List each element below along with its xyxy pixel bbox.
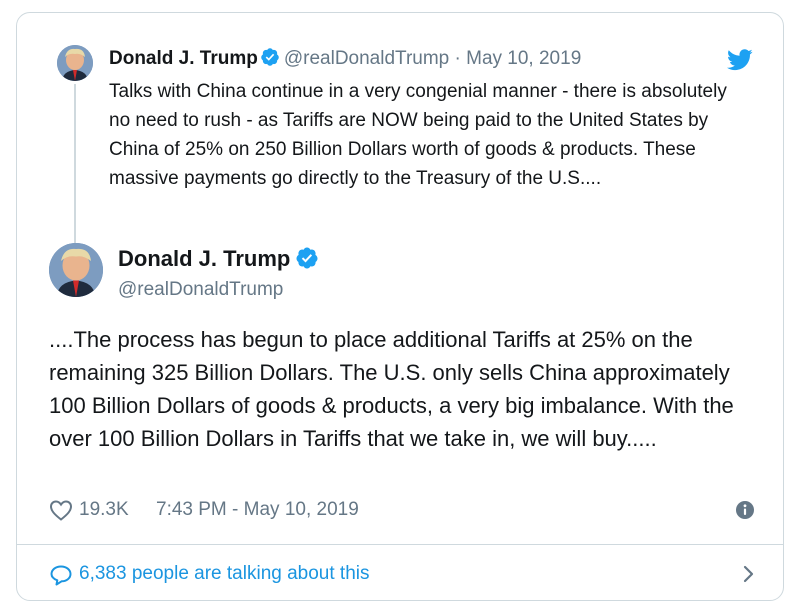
- parent-tweet-date[interactable]: May 10, 2019: [466, 48, 581, 69]
- talking-count-text[interactable]: 6,383 people are talking about this: [79, 559, 370, 589]
- talking-about-link[interactable]: 6,383 people are talking about this: [49, 559, 755, 589]
- verified-badge-icon: [261, 48, 279, 66]
- heart-icon[interactable]: [49, 499, 73, 521]
- tweet-meta-row: 19.3K 7:43 PM - May 10, 2019: [49, 496, 755, 524]
- main-tweet-text: ....The process has begun to place addit…: [49, 327, 734, 451]
- parent-tweet-text: Talks with China continue in a very cong…: [109, 81, 727, 189]
- main-author-row: Donald J. Trump: [118, 245, 323, 273]
- main-author-handle[interactable]: @realDonaldTrump: [118, 277, 283, 303]
- like-count[interactable]: 19.3K: [79, 496, 129, 524]
- comment-bubble-icon: [50, 565, 72, 586]
- parent-author-handle[interactable]: @realDonaldTrump: [284, 48, 449, 69]
- chevron-right-icon[interactable]: [741, 565, 755, 583]
- header-separator: ·: [449, 48, 467, 69]
- verified-badge-icon: [296, 247, 318, 269]
- footer-divider: [17, 544, 783, 545]
- thread-connector-line: [74, 84, 76, 244]
- tweet-timestamp[interactable]: 7:43 PM - May 10, 2019: [156, 496, 359, 524]
- parent-tweet-header: Donald J. Trump @realDonaldTrump · May 10…: [109, 47, 723, 71]
- parent-author-name[interactable]: Donald J. Trump: [109, 48, 258, 69]
- main-author-name[interactable]: Donald J. Trump: [118, 246, 290, 271]
- twitter-bird-icon[interactable]: [727, 49, 753, 71]
- info-icon[interactable]: [735, 500, 755, 520]
- avatar[interactable]: [49, 243, 103, 297]
- tweet-embed-card: Donald J. Trump @realDonaldTrump · May 10…: [16, 12, 784, 601]
- avatar[interactable]: [57, 45, 93, 81]
